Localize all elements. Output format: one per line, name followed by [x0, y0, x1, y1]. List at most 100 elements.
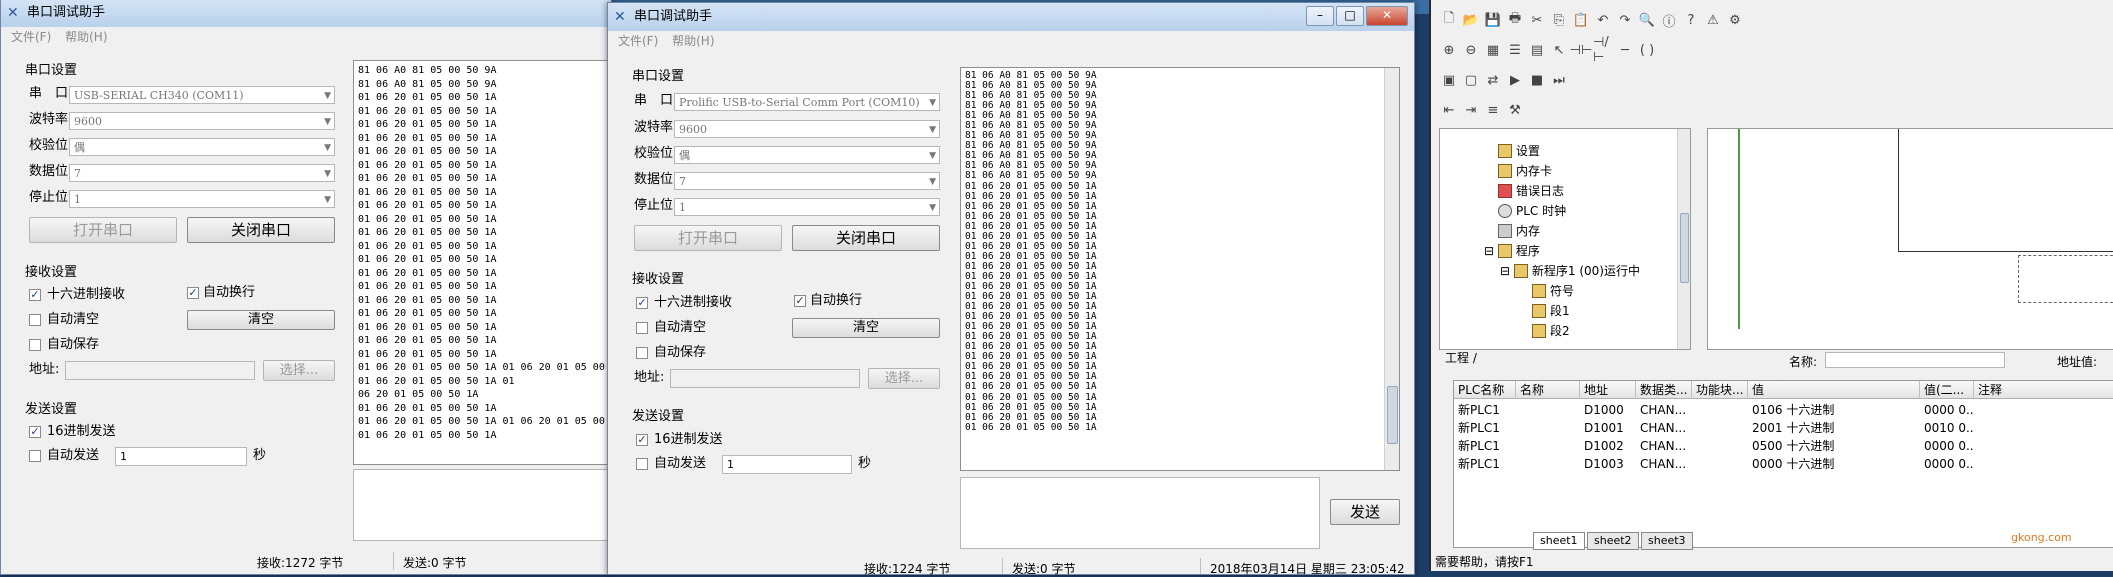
table-cell[interactable]: 0000 0...: [1920, 401, 1974, 419]
baud-combo[interactable]: 9600 ▼: [674, 120, 940, 138]
save-icon[interactable]: 💾: [1483, 10, 1503, 30]
table-cell[interactable]: 0000 0...: [1920, 437, 1974, 455]
hex-send-checkbox[interactable]: ✓: [636, 434, 648, 446]
auto-send-checkbox[interactable]: [636, 458, 648, 470]
column-header[interactable]: 值: [1748, 381, 1920, 399]
column-header[interactable]: 地址: [1580, 381, 1636, 399]
open-port-button[interactable]: 打开串口: [634, 225, 782, 251]
port-combo[interactable]: Prolific USB-to-Serial Comm Port (COM10)…: [674, 93, 940, 111]
clear-button[interactable]: 清空: [187, 310, 335, 330]
paste-icon[interactable]: 📋: [1571, 10, 1591, 30]
send-button[interactable]: 发送: [1330, 499, 1400, 525]
help-icon[interactable]: ?: [1681, 10, 1701, 30]
parity-combo[interactable]: 偶 ▼: [69, 138, 335, 156]
select-icon[interactable]: ↖: [1549, 40, 1569, 60]
project-tab[interactable]: 工程 /: [1445, 350, 1477, 366]
step-icon[interactable]: ⏭: [1549, 70, 1569, 90]
info-icon[interactable]: ⓘ: [1659, 10, 1679, 30]
auto-save-checkbox[interactable]: [636, 347, 648, 359]
column-header[interactable]: PLC名称: [1454, 381, 1516, 399]
parity-combo[interactable]: 偶 ▼: [674, 146, 940, 164]
program-icon[interactable]: ▣: [1439, 70, 1459, 90]
menu-help[interactable]: 帮助(H): [65, 27, 107, 47]
send-textarea[interactable]: [353, 469, 611, 541]
sheet-tab-3[interactable]: sheet3: [1641, 532, 1693, 550]
auto-clear-checkbox[interactable]: [636, 322, 648, 334]
tree-item-plc-clock[interactable]: PLC 时钟: [1498, 203, 1566, 219]
open-port-button[interactable]: 打开串口: [29, 217, 177, 243]
coil-icon[interactable]: ( ): [1637, 40, 1657, 60]
transfer-icon[interactable]: ⇄: [1483, 70, 1503, 90]
table-cell[interactable]: 新PLC1: [1454, 455, 1516, 473]
new-file-icon[interactable]: 🗋: [1439, 10, 1459, 30]
tools-icon[interactable]: ⚒: [1505, 100, 1525, 120]
close-port-button[interactable]: 关闭串口: [792, 225, 940, 251]
auto-save-checkbox[interactable]: [29, 339, 41, 351]
tree-scrollbar[interactable]: [1677, 129, 1690, 349]
table-cell[interactable]: CHAN...: [1636, 419, 1692, 437]
auto-send-checkbox[interactable]: [29, 450, 41, 462]
table-cell[interactable]: D1002: [1580, 437, 1636, 455]
auto-send-interval-input[interactable]: 1: [722, 455, 852, 474]
tree-item-error-log[interactable]: 错误日志: [1498, 183, 1564, 199]
databits-combo[interactable]: 7 ▼: [674, 172, 940, 190]
warning-icon[interactable]: ⚠: [1703, 10, 1723, 30]
table-cell[interactable]: 新PLC1: [1454, 437, 1516, 455]
zoom-icon[interactable]: ⊕: [1439, 40, 1459, 60]
zoom-out-icon[interactable]: ⊖: [1461, 40, 1481, 60]
tree-item-memory-card[interactable]: 内存卡: [1498, 163, 1552, 179]
tree-item-programs[interactable]: ⊟ 程序: [1484, 243, 1540, 259]
hex-receive-checkbox[interactable]: ✓: [29, 289, 41, 301]
scrollbar-thumb[interactable]: [1387, 386, 1398, 444]
table-icon[interactable]: ▤: [1527, 40, 1547, 60]
column-header[interactable]: 数据类...: [1636, 381, 1692, 399]
contact-nc-icon[interactable]: ⊣/⊢: [1593, 35, 1613, 65]
print-preview-icon[interactable]: 🖶: [1505, 10, 1525, 30]
auto-newline-checkbox[interactable]: ✓: [187, 287, 199, 299]
table-cell[interactable]: D1003: [1580, 455, 1636, 473]
table-cell[interactable]: 0000 0...: [1920, 455, 1974, 473]
send-textarea[interactable]: [960, 477, 1320, 549]
stop-icon[interactable]: ■: [1527, 70, 1547, 90]
cut-icon[interactable]: ✂: [1527, 10, 1547, 30]
find-icon[interactable]: 🔍: [1637, 10, 1657, 30]
undo-icon[interactable]: ↶: [1593, 10, 1613, 30]
sheet-tab-1[interactable]: sheet1: [1533, 532, 1585, 550]
column-header[interactable]: 名称: [1516, 381, 1580, 399]
select-button[interactable]: 选择...: [868, 368, 940, 389]
auto-clear-checkbox[interactable]: [29, 314, 41, 326]
receive-textarea[interactable]: 81 06 A0 81 05 00 50 9A 81 06 A0 81 05 0…: [353, 60, 611, 465]
indent-icon[interactable]: ⇤: [1439, 100, 1459, 120]
minimize-icon[interactable]: –: [1306, 6, 1334, 26]
receive-textarea[interactable]: 81 06 A0 81 05 00 50 9A 81 06 A0 81 05 0…: [960, 67, 1400, 471]
hex-send-checkbox[interactable]: ✓: [29, 426, 41, 438]
name-input[interactable]: [1825, 352, 2005, 368]
close-icon[interactable]: ✕: [1366, 6, 1408, 26]
column-header[interactable]: 注释: [1974, 381, 2113, 399]
monitor-icon[interactable]: ▢: [1461, 70, 1481, 90]
table-cell[interactable]: 0500 十六进制: [1748, 437, 1920, 455]
menu-help[interactable]: 帮助(H): [672, 31, 714, 51]
list-icon[interactable]: ☰: [1505, 40, 1525, 60]
baud-combo[interactable]: 9600 ▼: [69, 112, 335, 130]
table-cell[interactable]: D1000: [1580, 401, 1636, 419]
clear-button[interactable]: 清空: [792, 318, 940, 338]
tree-item-new-program[interactable]: ⊟ 新程序1 (00)运行中: [1500, 263, 1640, 279]
outdent-icon[interactable]: ⇥: [1461, 100, 1481, 120]
ladder-editor[interactable]: [1707, 128, 2113, 350]
run-icon[interactable]: ▶: [1505, 70, 1525, 90]
auto-send-interval-input[interactable]: 1: [115, 447, 247, 466]
table-cell[interactable]: D1001: [1580, 419, 1636, 437]
open-folder-icon[interactable]: 📂: [1461, 10, 1481, 30]
close-port-button[interactable]: 关闭串口: [187, 217, 335, 243]
redo-icon[interactable]: ↷: [1615, 10, 1635, 30]
table-cell[interactable]: CHAN...: [1636, 437, 1692, 455]
scrollbar-thumb[interactable]: [1680, 213, 1689, 283]
tree-item-memory[interactable]: 内存: [1498, 223, 1540, 239]
table-cell[interactable]: 0106 十六进制: [1748, 401, 1920, 419]
line-icon[interactable]: ─: [1615, 40, 1635, 60]
stopbits-combo[interactable]: 1 ▼: [674, 198, 940, 216]
table-cell[interactable]: 0000 十六进制: [1748, 455, 1920, 473]
column-header[interactable]: 值(二...: [1920, 381, 1974, 399]
address-input[interactable]: [65, 361, 255, 380]
